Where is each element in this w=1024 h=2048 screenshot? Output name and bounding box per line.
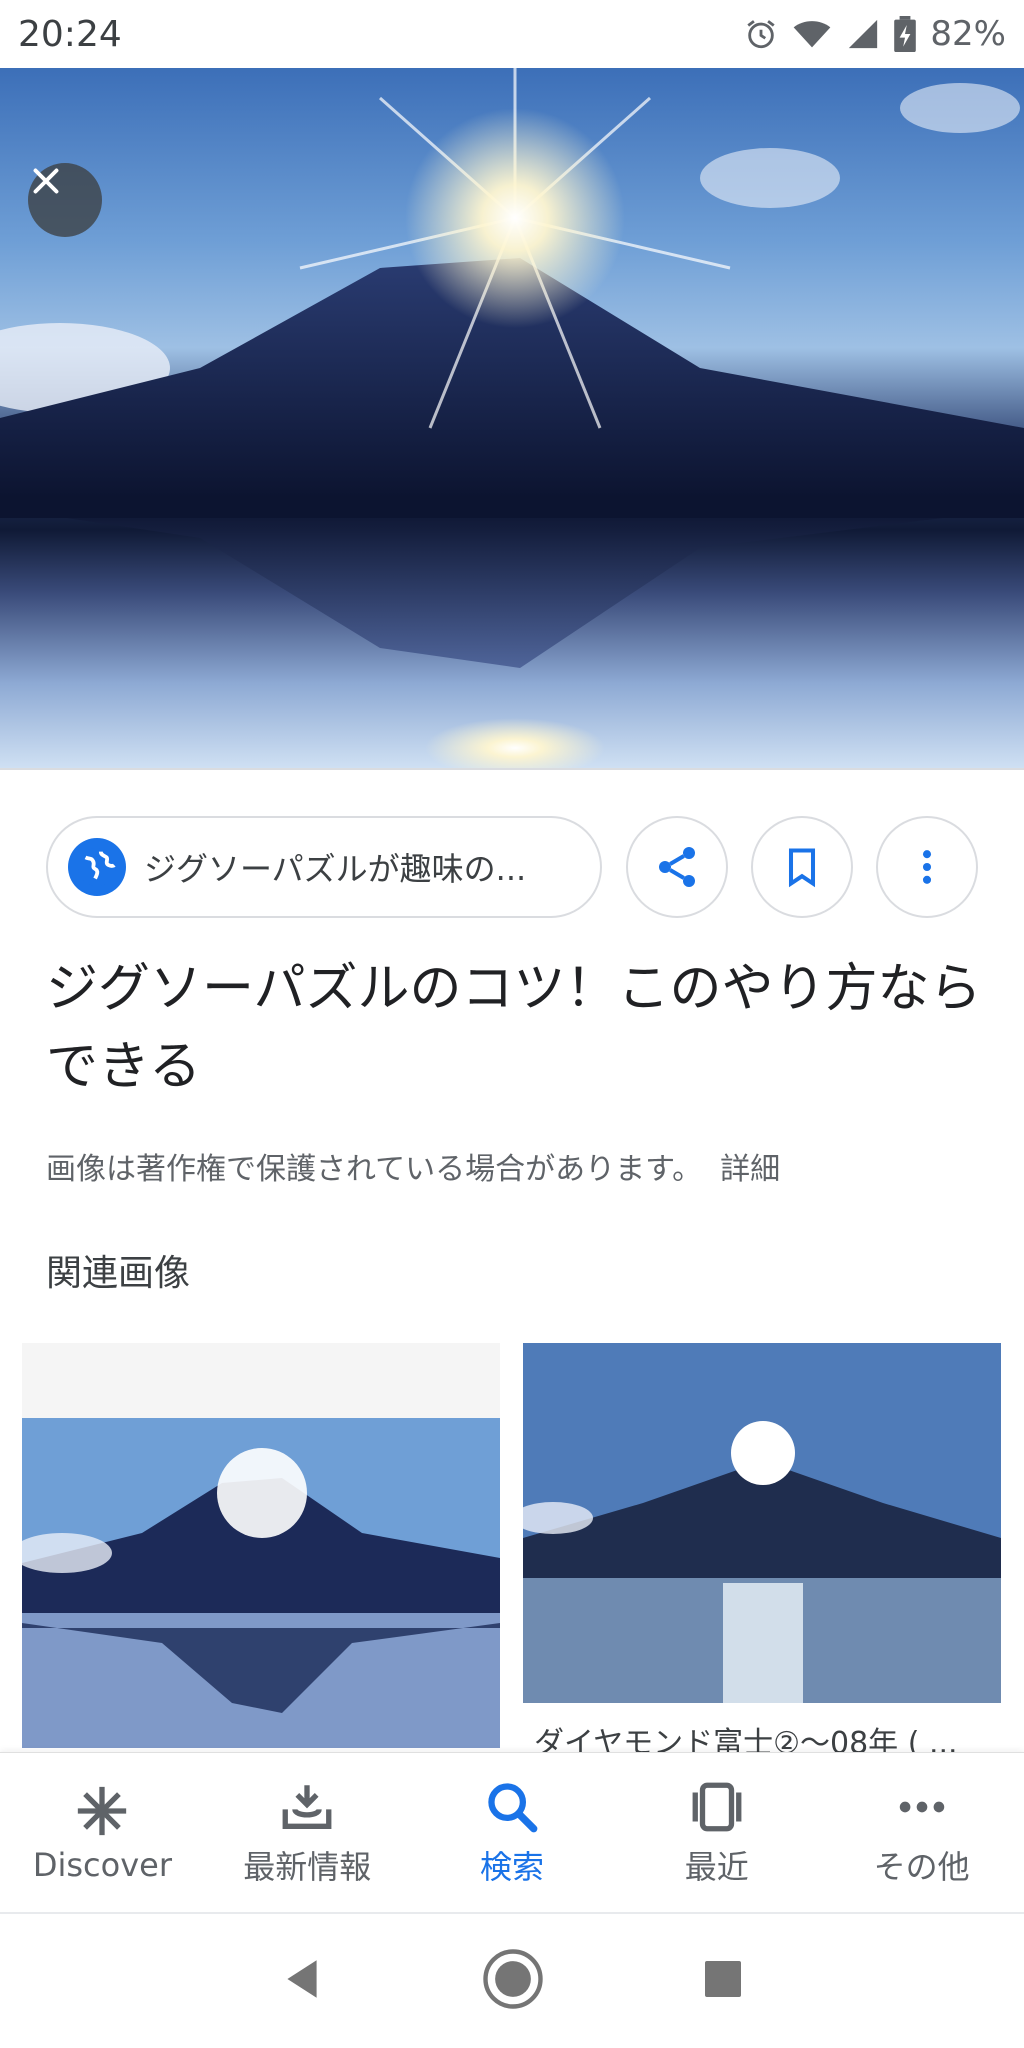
more-horiz-icon [899,1801,944,1812]
status-icons: 82% [744,14,1006,54]
nav-recent[interactable]: 最近 [614,1753,819,1912]
nav-more[interactable]: その他 [819,1753,1024,1912]
home-button[interactable] [480,1946,546,2016]
home-icon [483,1949,543,2009]
updates-icon [282,1784,332,1829]
share-icon [659,847,695,887]
close-icon [33,168,59,194]
nav-updates[interactable]: 最新情報 [205,1753,410,1912]
share-button[interactable] [626,816,728,918]
back-icon [287,1960,317,1998]
status-bar: 20:24 82% [0,0,1024,68]
nav-updates-label: 最新情報 [243,1847,372,1886]
hero-divider [0,768,1024,770]
back-button[interactable] [277,1954,327,2008]
hero-image[interactable] [0,68,1024,768]
nav-recent-label: 最近 [684,1847,749,1886]
copyright-text: 画像は著作権で保護されている場合があります。 [46,1152,703,1187]
globe-icon [68,838,126,896]
status-time: 20:24 [18,13,122,55]
recent-icon [692,1782,742,1831]
copyright-notice: 画像は著作権で保護されている場合があります。 詳細 [46,1144,780,1188]
search-icon [488,1782,538,1832]
signal-icon [846,17,880,51]
discover-icon [78,1786,127,1835]
close-button[interactable] [28,163,102,237]
related-heading: 関連画像 [46,1253,191,1294]
result-title[interactable]: ジグソーパズルのコツ！このやり方ならできる [46,950,986,1106]
overview-button[interactable] [699,1955,747,2007]
bottom-navigation: Discover 最新情報 検索 最近 その他 [0,1752,1024,1912]
related-image-1[interactable] [22,1343,500,1748]
bookmark-icon [788,848,816,888]
nav-search-label: 検索 [479,1847,544,1886]
battery-percent: 82% [930,14,1006,54]
nav-search[interactable]: 検索 [410,1753,615,1912]
source-chip[interactable]: ジグソーパズルが趣味の... [46,816,602,918]
battery-icon [894,16,917,52]
source-row: ジグソーパズルが趣味の... [46,816,986,920]
source-site-label: ジグソーパズルが趣味の... [144,850,527,888]
wifi-icon [792,17,832,51]
overview-icon [705,1961,742,1997]
more-options-button[interactable] [876,816,978,918]
system-navigation-bar [0,1914,1024,2048]
nav-discover[interactable]: Discover [0,1753,205,1912]
nav-discover-label: Discover [32,1845,172,1884]
nav-more-label: その他 [873,1847,970,1886]
bookmark-button[interactable] [751,816,853,918]
detail-link[interactable]: 詳細 [720,1152,780,1187]
related-image-2[interactable] [523,1343,1001,1703]
more-vert-icon [922,850,932,884]
alarm-icon [744,17,778,51]
